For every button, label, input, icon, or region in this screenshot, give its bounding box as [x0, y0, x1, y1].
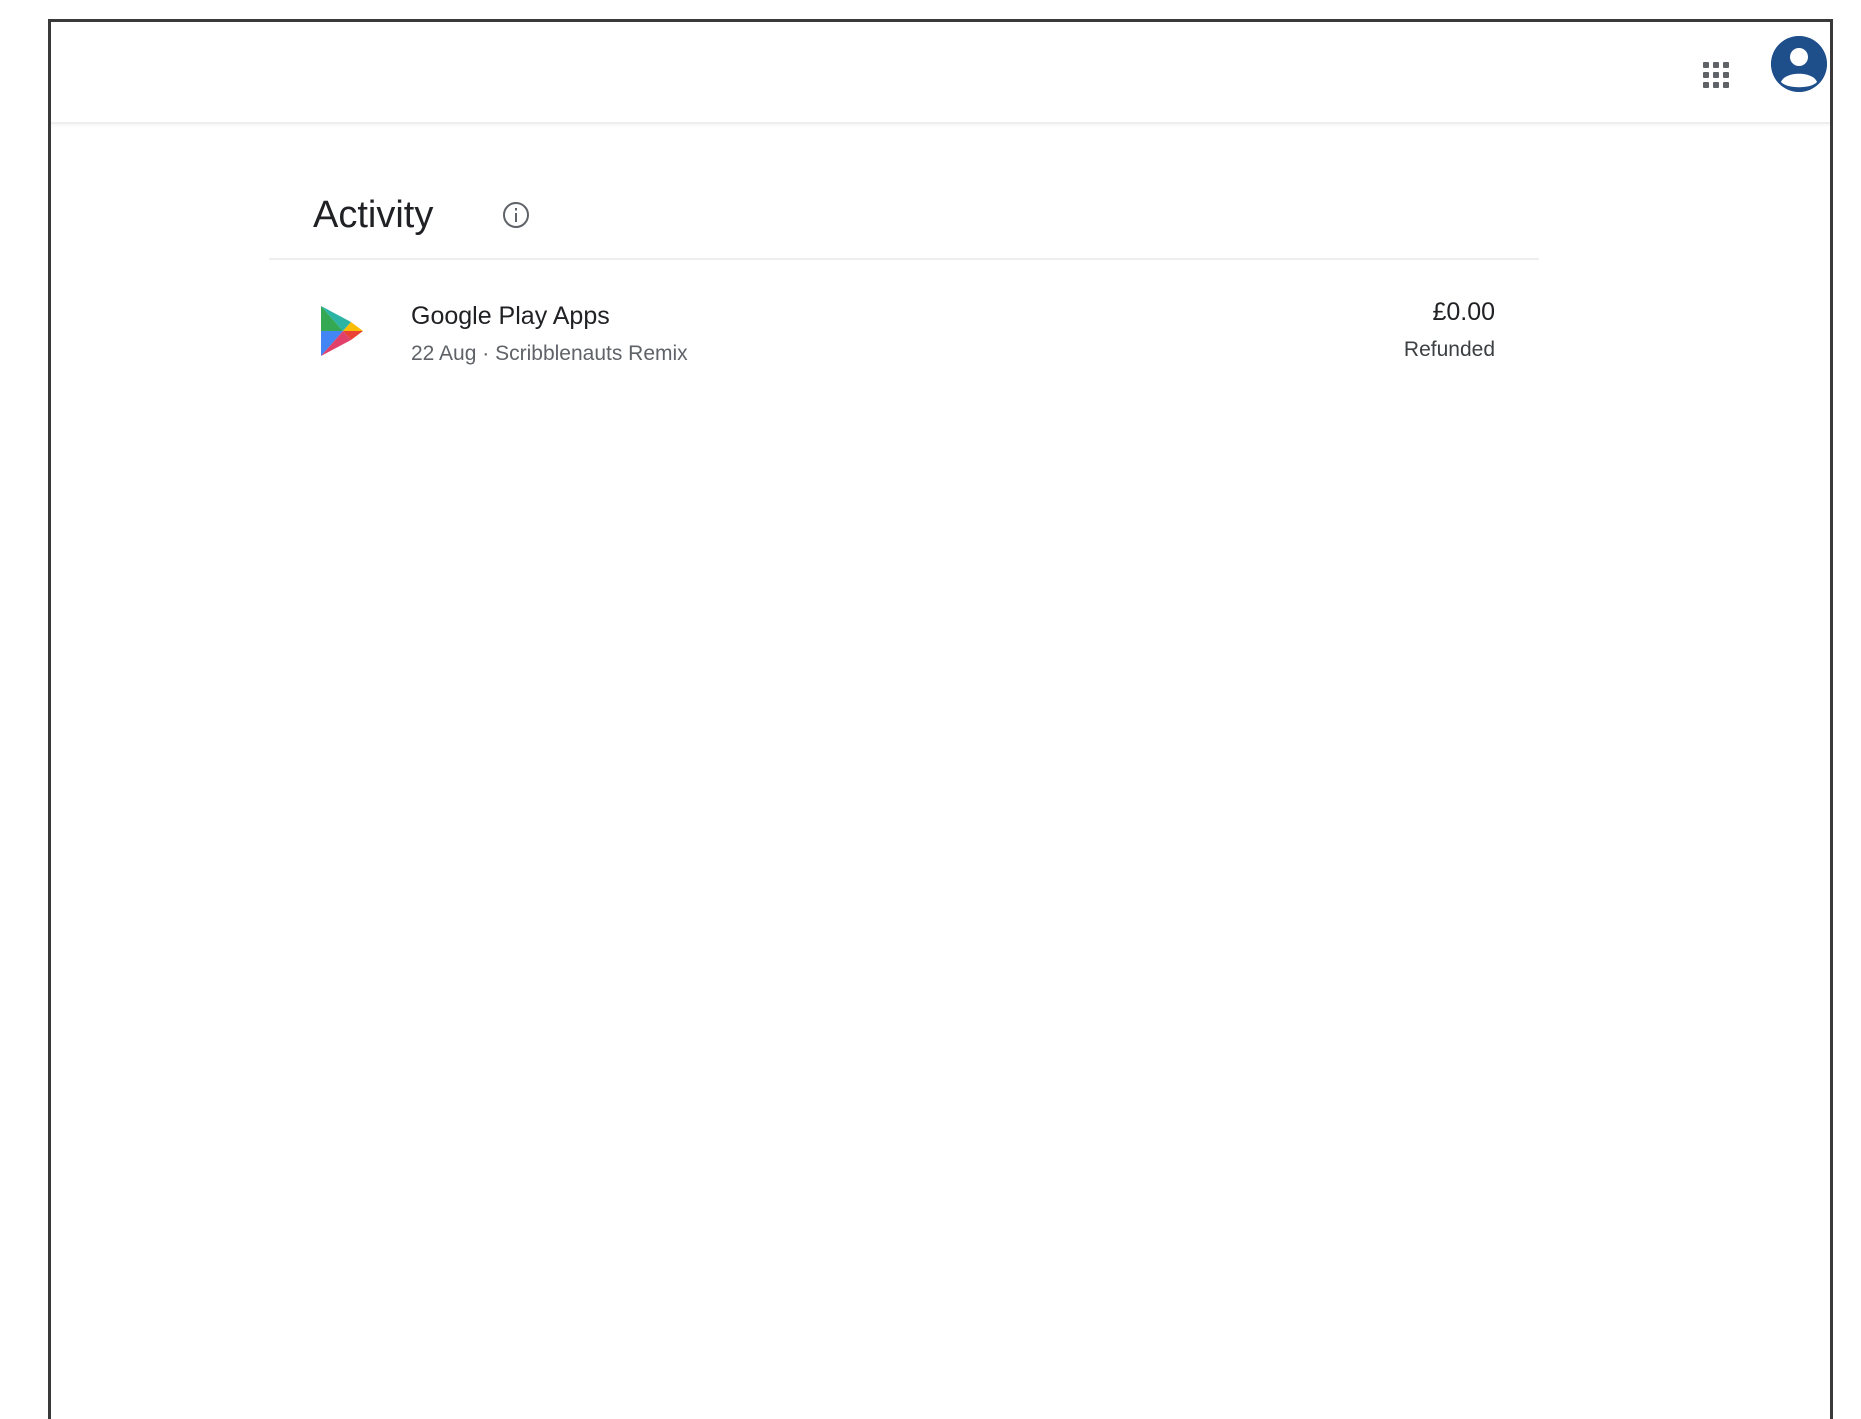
- page-frame: Activity Google Play Apps 22 Aug · Scrib…: [48, 19, 1833, 1419]
- item-status: Refunded: [1403, 338, 1495, 361]
- page-title: Activity: [313, 194, 434, 236]
- item-description: Scribblenauts Remix: [495, 342, 688, 365]
- activity-header: Activity: [269, 192, 1539, 260]
- account-avatar-icon[interactable]: [1771, 36, 1827, 92]
- item-date: 22 Aug: [411, 342, 477, 365]
- apps-grid-icon[interactable]: [1691, 50, 1741, 100]
- item-subtitle: 22 Aug · Scribblenauts Remix: [411, 342, 688, 366]
- item-separator: ·: [482, 342, 490, 365]
- list-item[interactable]: Google Play Apps 22 Aug · Scribblenauts …: [269, 260, 1539, 370]
- google-play-icon: [319, 304, 365, 358]
- activity-section: Activity Google Play Apps 22 Aug · Scrib…: [269, 192, 1539, 370]
- item-amount: £0.00: [1432, 298, 1495, 326]
- item-title: Google Play Apps: [411, 302, 610, 330]
- info-icon[interactable]: [501, 200, 531, 230]
- top-bar: [51, 22, 1830, 124]
